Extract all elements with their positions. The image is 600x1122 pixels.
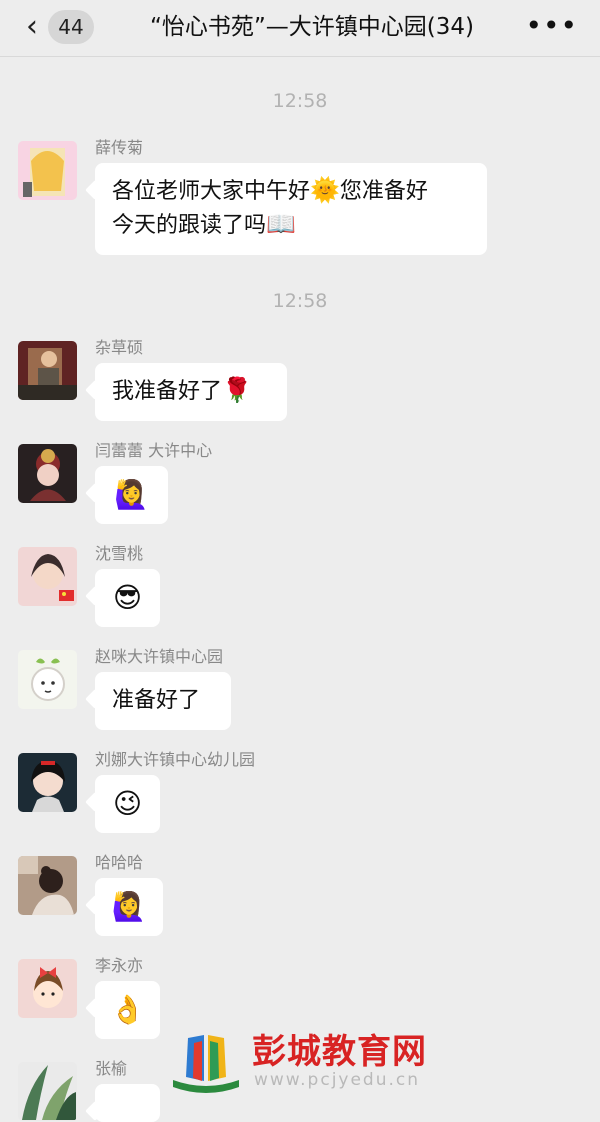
message-bubble-partial[interactable] — [95, 1084, 160, 1122]
message-item: 闫蕾蕾 大许中心 🙋‍♀️ — [18, 441, 578, 529]
avatar[interactable] — [18, 959, 77, 1018]
emoji-message-bubble[interactable]: 👌 — [95, 981, 160, 1039]
message-item: 刘娜大许镇中心幼儿园 😉 — [18, 750, 578, 838]
message-text: 今天的跟读了吗 — [112, 213, 267, 238]
book-logo-icon — [170, 1030, 242, 1094]
message-text: 各位老师大家中午好 — [112, 179, 311, 204]
emoji-message-bubble[interactable]: 😎 — [95, 569, 160, 627]
message-bubble[interactable]: 我准备好了🌹 — [95, 363, 287, 421]
message-item: 沈雪桃 😎 — [18, 544, 578, 632]
sender-name: 张榆 — [95, 1059, 128, 1078]
message-bubble[interactable]: 各位老师大家中午好🌞您准备好 今天的跟读了吗📖 — [95, 163, 487, 255]
book-emoji: 📖 — [266, 210, 296, 238]
sun-emoji: 🌞 — [310, 176, 340, 204]
timestamp: 12:58 — [272, 90, 328, 112]
sender-name: 赵咪大许镇中心园 — [95, 647, 224, 666]
watermark-title: 彭城教育网 — [252, 1032, 427, 1072]
sender-name: 闫蕾蕾 大许中心 — [95, 441, 213, 460]
avatar[interactable] — [18, 444, 77, 503]
message-item: 赵咪大许镇中心园 准备好了 — [18, 647, 578, 735]
message-bubble[interactable]: 准备好了 — [95, 672, 231, 730]
avatar[interactable] — [18, 753, 77, 812]
avatar[interactable] — [18, 856, 77, 915]
avatar[interactable] — [18, 650, 77, 709]
avatar[interactable] — [18, 141, 77, 200]
sender-name: 薛传菊 — [95, 138, 144, 157]
sender-name: 沈雪桃 — [95, 544, 144, 563]
rose-emoji: 🌹 — [222, 376, 252, 404]
emoji-message-bubble[interactable]: 🙋‍♀️ — [95, 466, 168, 524]
sender-name: 刘娜大许镇中心幼儿园 — [95, 750, 256, 769]
sender-name: 哈哈哈 — [95, 853, 144, 872]
chat-title: “怡心书苑”—大许镇中心园(34) — [149, 14, 475, 40]
message-text: 我准备好了 — [112, 379, 223, 404]
message-text: 您准备好 — [339, 179, 428, 204]
message-item: 薛传菊 各位老师大家中午好🌞您准备好 今天的跟读了吗📖 — [18, 138, 578, 261]
avatar[interactable] — [18, 547, 77, 606]
chat-header: ‹ 44 “怡心书苑”—大许镇中心园(34) ••• — [0, 0, 600, 57]
emoji-message-bubble[interactable]: 🙋‍♀️ — [95, 878, 163, 936]
message-item: 杂草硕 我准备好了🌹 — [18, 338, 578, 426]
sender-name: 李永亦 — [95, 956, 144, 975]
chevron-left-icon[interactable]: ‹ — [20, 12, 44, 42]
watermark-url: www.pcjyedu.cn — [254, 1070, 421, 1090]
more-dots-icon[interactable]: ••• — [525, 12, 578, 40]
sender-name: 杂草硕 — [95, 338, 144, 357]
avatar[interactable] — [18, 341, 77, 400]
site-watermark: 彭城教育网 www.pcjyedu.cn — [170, 1030, 450, 1094]
message-item: 哈哈哈 🙋‍♀️ — [18, 853, 578, 941]
timestamp: 12:58 — [272, 290, 328, 312]
emoji-message-bubble[interactable]: 😉 — [95, 775, 160, 833]
avatar[interactable] — [18, 1062, 77, 1121]
unread-count-badge[interactable]: 44 — [48, 10, 94, 44]
